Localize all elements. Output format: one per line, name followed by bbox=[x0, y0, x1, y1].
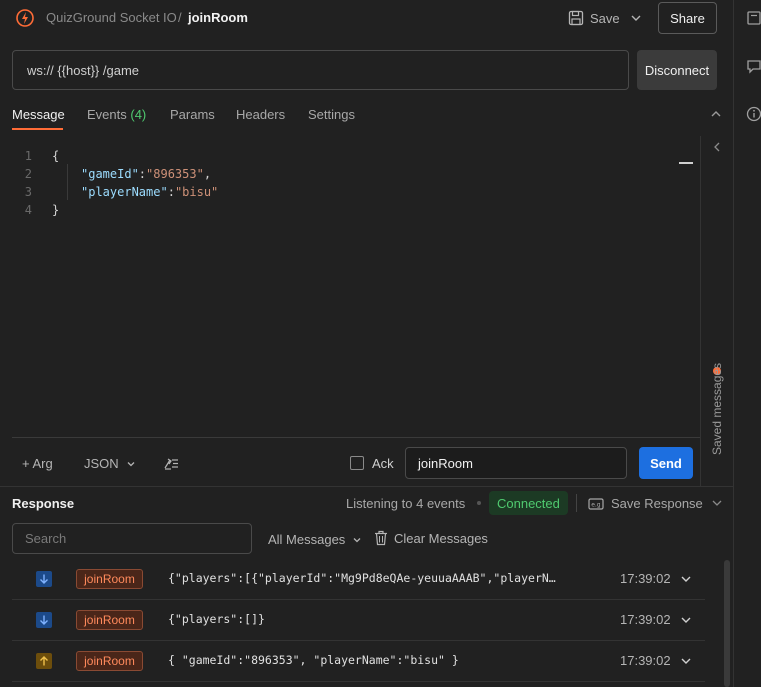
breadcrumb-separator: / bbox=[178, 10, 182, 25]
message-row[interactable]: joinRoom {"players":[]} 17:39:02 bbox=[12, 600, 705, 641]
line-number: 3 bbox=[24, 185, 32, 199]
dot-separator bbox=[477, 501, 481, 505]
chevron-down-icon bbox=[127, 461, 135, 466]
share-button[interactable]: Share bbox=[658, 2, 717, 34]
format-label: JSON bbox=[84, 456, 119, 471]
save-response-button[interactable]: e.g Save Response bbox=[588, 496, 703, 511]
event-badge: joinRoom bbox=[76, 610, 143, 630]
message-time: 17:39:02 bbox=[620, 653, 671, 668]
message-body: {"players":[]} bbox=[168, 612, 265, 626]
toolbar-divider bbox=[576, 494, 577, 512]
clear-messages-label: Clear Messages bbox=[394, 530, 488, 546]
message-body: {"players":[{"playerId":"Mg9Pd8eQAe-yeuu… bbox=[168, 571, 556, 585]
postman-logo-icon bbox=[16, 9, 34, 27]
event-badge: joinRoom bbox=[76, 569, 143, 589]
status-badge: Connected bbox=[489, 491, 568, 515]
event-badge: joinRoom bbox=[76, 651, 143, 671]
arrow-down-icon bbox=[36, 612, 52, 628]
chevron-down-icon[interactable] bbox=[679, 654, 693, 668]
message-filter-label: All Messages bbox=[268, 532, 346, 547]
message-body: { "gameId":"896353", "playerName":"bisu"… bbox=[168, 653, 459, 667]
add-arg-button[interactable]: + Arg bbox=[22, 456, 53, 471]
response-title: Response bbox=[12, 496, 75, 511]
indent-guide bbox=[67, 164, 68, 200]
tab-message[interactable]: Message bbox=[12, 107, 65, 122]
disconnect-button[interactable]: Disconnect bbox=[637, 50, 717, 90]
chevron-down-icon[interactable] bbox=[628, 10, 644, 26]
active-tab-indicator bbox=[12, 128, 63, 130]
listening-events-link[interactable]: Listening to 4 events bbox=[346, 496, 465, 511]
message-time: 17:39:02 bbox=[620, 612, 671, 627]
chevron-down-icon[interactable] bbox=[710, 496, 724, 510]
message-time: 17:39:02 bbox=[620, 571, 671, 586]
tab-settings[interactable]: Settings bbox=[308, 107, 355, 122]
message-editor[interactable]: 1 { 2 "gameId":"896353", 3 "playerName":… bbox=[12, 142, 700, 437]
editor-scrollbar[interactable] bbox=[679, 146, 693, 436]
chevron-left-icon[interactable] bbox=[710, 140, 724, 154]
save-response-icon: e.g bbox=[588, 497, 604, 510]
saved-messages-divider bbox=[700, 136, 701, 486]
url-input[interactable]: ws:// {{host}} /game bbox=[12, 50, 629, 90]
code-text: "playerName":"bisu" bbox=[81, 185, 219, 199]
chevron-down-icon[interactable] bbox=[679, 613, 693, 627]
send-button[interactable]: Send bbox=[639, 447, 693, 479]
right-rail-divider bbox=[733, 0, 734, 687]
response-scrollbar[interactable] bbox=[724, 560, 730, 687]
tab-headers[interactable]: Headers bbox=[236, 107, 285, 122]
line-number: 2 bbox=[24, 167, 32, 181]
line-number: 4 bbox=[24, 203, 32, 217]
ack-label[interactable]: Ack bbox=[372, 456, 394, 471]
tab-events-count: (4) bbox=[130, 107, 147, 122]
save-icon bbox=[568, 10, 584, 26]
save-button[interactable]: Save bbox=[568, 8, 620, 28]
chevron-down-icon bbox=[353, 537, 361, 542]
arrow-up-icon bbox=[36, 653, 52, 669]
clear-messages-button[interactable]: Clear Messages bbox=[374, 530, 488, 546]
chevron-up-icon[interactable] bbox=[708, 106, 724, 122]
breadcrumb-collection[interactable]: QuizGround Socket IO bbox=[46, 10, 177, 25]
trash-icon bbox=[375, 530, 387, 546]
ack-checkbox[interactable] bbox=[350, 456, 364, 470]
comments-icon[interactable] bbox=[746, 58, 761, 74]
event-name-input[interactable]: joinRoom bbox=[405, 447, 627, 479]
response-divider bbox=[0, 486, 733, 487]
beautify-icon[interactable] bbox=[162, 454, 180, 472]
documentation-icon[interactable] bbox=[746, 10, 761, 26]
editor-scrollbar-thumb[interactable] bbox=[679, 162, 693, 164]
code-text: "gameId":"896353", bbox=[81, 167, 212, 181]
code-text: } bbox=[52, 203, 60, 217]
message-row[interactable]: joinRoom { "gameId":"896353", "playerNam… bbox=[12, 641, 705, 682]
compose-divider bbox=[12, 437, 700, 438]
save-label: Save bbox=[590, 10, 620, 26]
tab-events-label: Events bbox=[87, 107, 127, 122]
message-filter-dropdown[interactable]: All Messages bbox=[268, 532, 363, 547]
save-response-label: Save Response bbox=[611, 496, 703, 511]
info-icon[interactable] bbox=[746, 106, 761, 122]
tab-events[interactable]: Events (4) bbox=[87, 107, 146, 122]
saved-messages-toggle[interactable]: Saved messages bbox=[710, 363, 724, 455]
chevron-down-icon[interactable] bbox=[679, 572, 693, 586]
page-title[interactable]: joinRoom bbox=[188, 10, 248, 25]
format-dropdown[interactable]: JSON bbox=[84, 456, 137, 471]
code-text: { bbox=[52, 149, 60, 163]
search-input[interactable]: Search bbox=[12, 523, 252, 554]
line-number: 1 bbox=[24, 149, 32, 163]
svg-text:e.g: e.g bbox=[591, 501, 601, 508]
message-row[interactable]: joinRoom {"players":[{"playerId":"Mg9Pd8… bbox=[12, 559, 705, 600]
tab-params[interactable]: Params bbox=[170, 107, 215, 122]
arrow-down-icon bbox=[36, 571, 52, 587]
